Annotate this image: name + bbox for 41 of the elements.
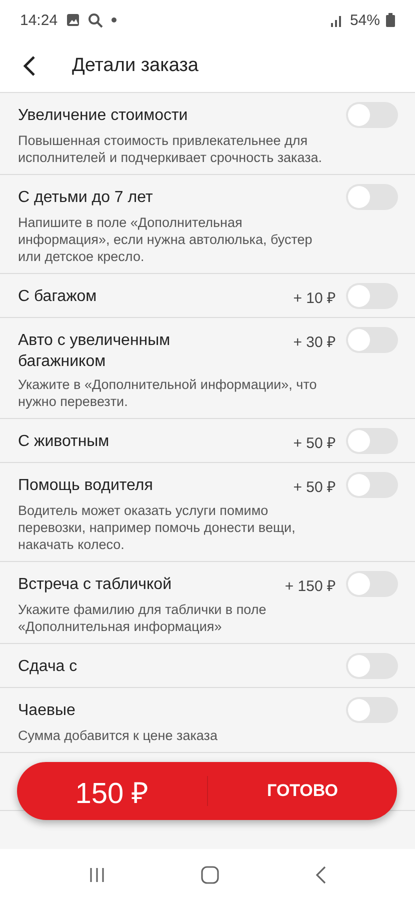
toggle-switch[interactable] xyxy=(346,653,398,679)
option-description: Укажите фамилию для таблички в поле «Дополнительная информация» xyxy=(18,601,268,635)
status-time: 14:24 xyxy=(20,12,58,28)
recent-apps-icon[interactable] xyxy=(88,867,106,883)
option-title: С животным xyxy=(18,432,110,452)
toggle-switch[interactable] xyxy=(346,472,398,498)
done-button[interactable]: ГОТОВО xyxy=(208,780,397,802)
option-title: Чаевые xyxy=(18,701,76,721)
signal-icon xyxy=(330,14,344,26)
option-title: Увеличение стоимости xyxy=(18,106,189,126)
dot-icon xyxy=(110,17,117,23)
home-icon[interactable] xyxy=(201,866,220,884)
toggle-switch[interactable] xyxy=(346,428,398,454)
option-description: Сумма добавится к цене заказа xyxy=(18,727,218,744)
option-description: Повышенная стоимость привлекательнее для исполнителей и подчеркивает срочность заказа. xyxy=(18,132,324,166)
battery-level: 54% xyxy=(350,12,380,28)
option-title: Встреча с табличкой xyxy=(18,575,173,595)
option-title: С детьми до 7 лет xyxy=(18,188,154,208)
toggle-switch[interactable] xyxy=(346,327,398,353)
toggle-switch[interactable] xyxy=(346,184,398,210)
screen-title: Детали заказа xyxy=(72,55,198,77)
option-title: Помощь водителя xyxy=(18,476,154,496)
option-title: Сдача с xyxy=(18,657,78,677)
battery-icon xyxy=(386,13,395,27)
order-total: 150 ₽ xyxy=(74,776,150,810)
search-icon xyxy=(88,12,103,28)
toggle-switch[interactable] xyxy=(346,102,398,128)
option-description: Укажите в «Дополнительной информации», что нужно перевезти. xyxy=(18,376,318,410)
option-title: Авто с увеличенным багажником xyxy=(18,331,172,372)
image-icon xyxy=(66,13,80,27)
option-price: + 150 ₽ xyxy=(284,577,336,595)
option-price: + 50 ₽ xyxy=(293,434,336,452)
option-description: Водитель может оказать услуги помимо перевозки, например помочь донести вещи, накачать колесо. xyxy=(18,502,296,553)
option-price: + 30 ₽ xyxy=(293,333,336,351)
option-price: + 10 ₽ xyxy=(293,289,336,307)
option-title: С багажом xyxy=(18,287,98,307)
toggle-switch[interactable] xyxy=(346,571,398,597)
option-description: Напишите в поле «Дополнительная информация», если нужна автолюлька, бустер или детское кресло. xyxy=(18,214,314,265)
option-price: + 50 ₽ xyxy=(293,478,336,496)
toggle-switch[interactable] xyxy=(346,283,398,309)
toggle-switch[interactable] xyxy=(346,697,398,723)
